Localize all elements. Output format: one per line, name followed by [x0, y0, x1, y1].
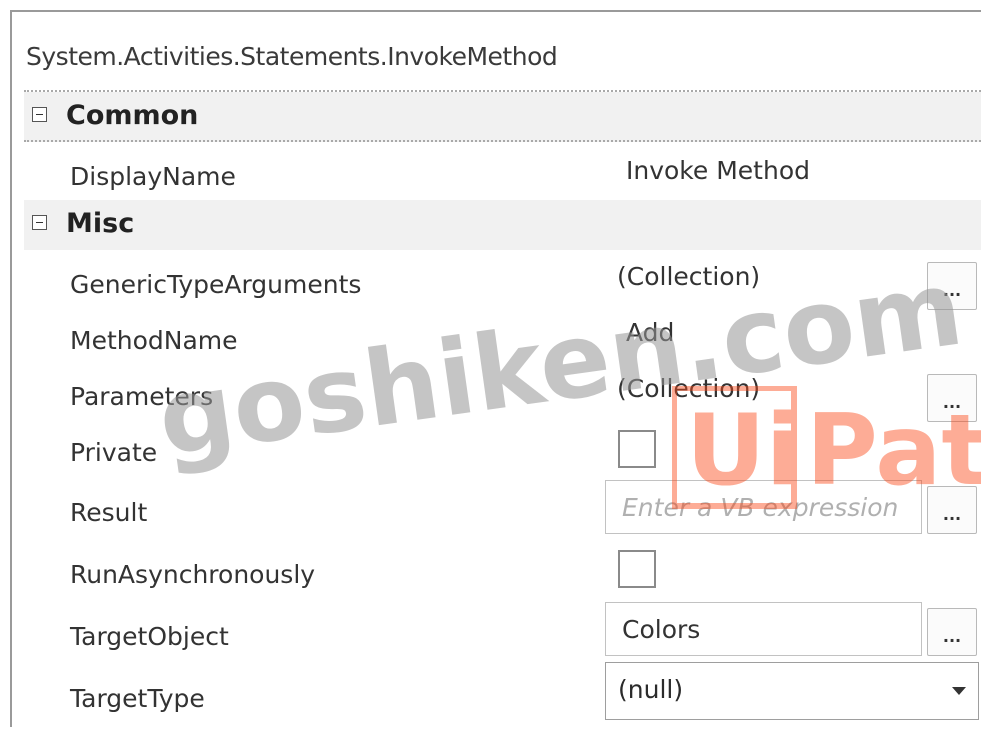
targetobject-input[interactable]: Colors	[605, 602, 922, 656]
category-common[interactable]: Common	[24, 92, 981, 142]
property-value: (Collection)	[617, 262, 761, 291]
category-label: Common	[66, 100, 199, 131]
dropdown-value: (null)	[618, 675, 684, 704]
ellipsis-button[interactable]: ...	[927, 608, 977, 656]
property-row-runasynchronously[interactable]: RunAsynchronously	[24, 546, 981, 602]
category-misc[interactable]: Misc	[24, 200, 981, 250]
dotted-divider	[24, 140, 981, 142]
property-name: MethodName	[70, 326, 238, 355]
ellipsis-button[interactable]: ...	[927, 486, 977, 534]
property-row-private[interactable]: Private	[24, 424, 981, 480]
property-name: Private	[70, 438, 158, 467]
activity-type-title: System.Activities.Statements.InvokeMetho…	[26, 42, 558, 71]
private-checkbox[interactable]	[618, 430, 656, 468]
chevron-down-icon[interactable]	[952, 687, 966, 695]
property-name: Parameters	[70, 382, 214, 411]
property-name: GenericTypeArguments	[70, 270, 362, 299]
collapse-icon[interactable]	[32, 107, 47, 122]
property-value[interactable]: Add	[626, 318, 674, 347]
ellipsis-button[interactable]: ...	[927, 374, 977, 422]
property-name: DisplayName	[70, 162, 236, 191]
property-grid: System.Activities.Statements.InvokeMetho…	[10, 10, 981, 727]
collapse-icon[interactable]	[32, 215, 47, 230]
property-row-generictypearguments[interactable]: GenericTypeArguments (Collection)	[24, 256, 981, 312]
property-row-parameters[interactable]: Parameters (Collection)	[24, 368, 981, 424]
property-row-methodname[interactable]: MethodName Add	[24, 312, 981, 368]
targettype-dropdown[interactable]: (null)	[605, 662, 979, 720]
property-name: RunAsynchronously	[70, 560, 316, 589]
property-value[interactable]: Invoke Method	[626, 156, 810, 185]
category-label: Misc	[66, 208, 135, 239]
property-name: Result	[70, 498, 148, 527]
property-row-displayname[interactable]: DisplayName Invoke Method	[24, 148, 981, 204]
property-name: TargetType	[70, 684, 205, 713]
property-name: TargetObject	[70, 622, 229, 651]
ellipsis-button[interactable]: ...	[927, 262, 977, 310]
runasynchronously-checkbox[interactable]	[618, 550, 656, 588]
result-expression-input[interactable]: Enter a VB expression	[605, 480, 922, 534]
property-value: (Collection)	[617, 374, 761, 403]
